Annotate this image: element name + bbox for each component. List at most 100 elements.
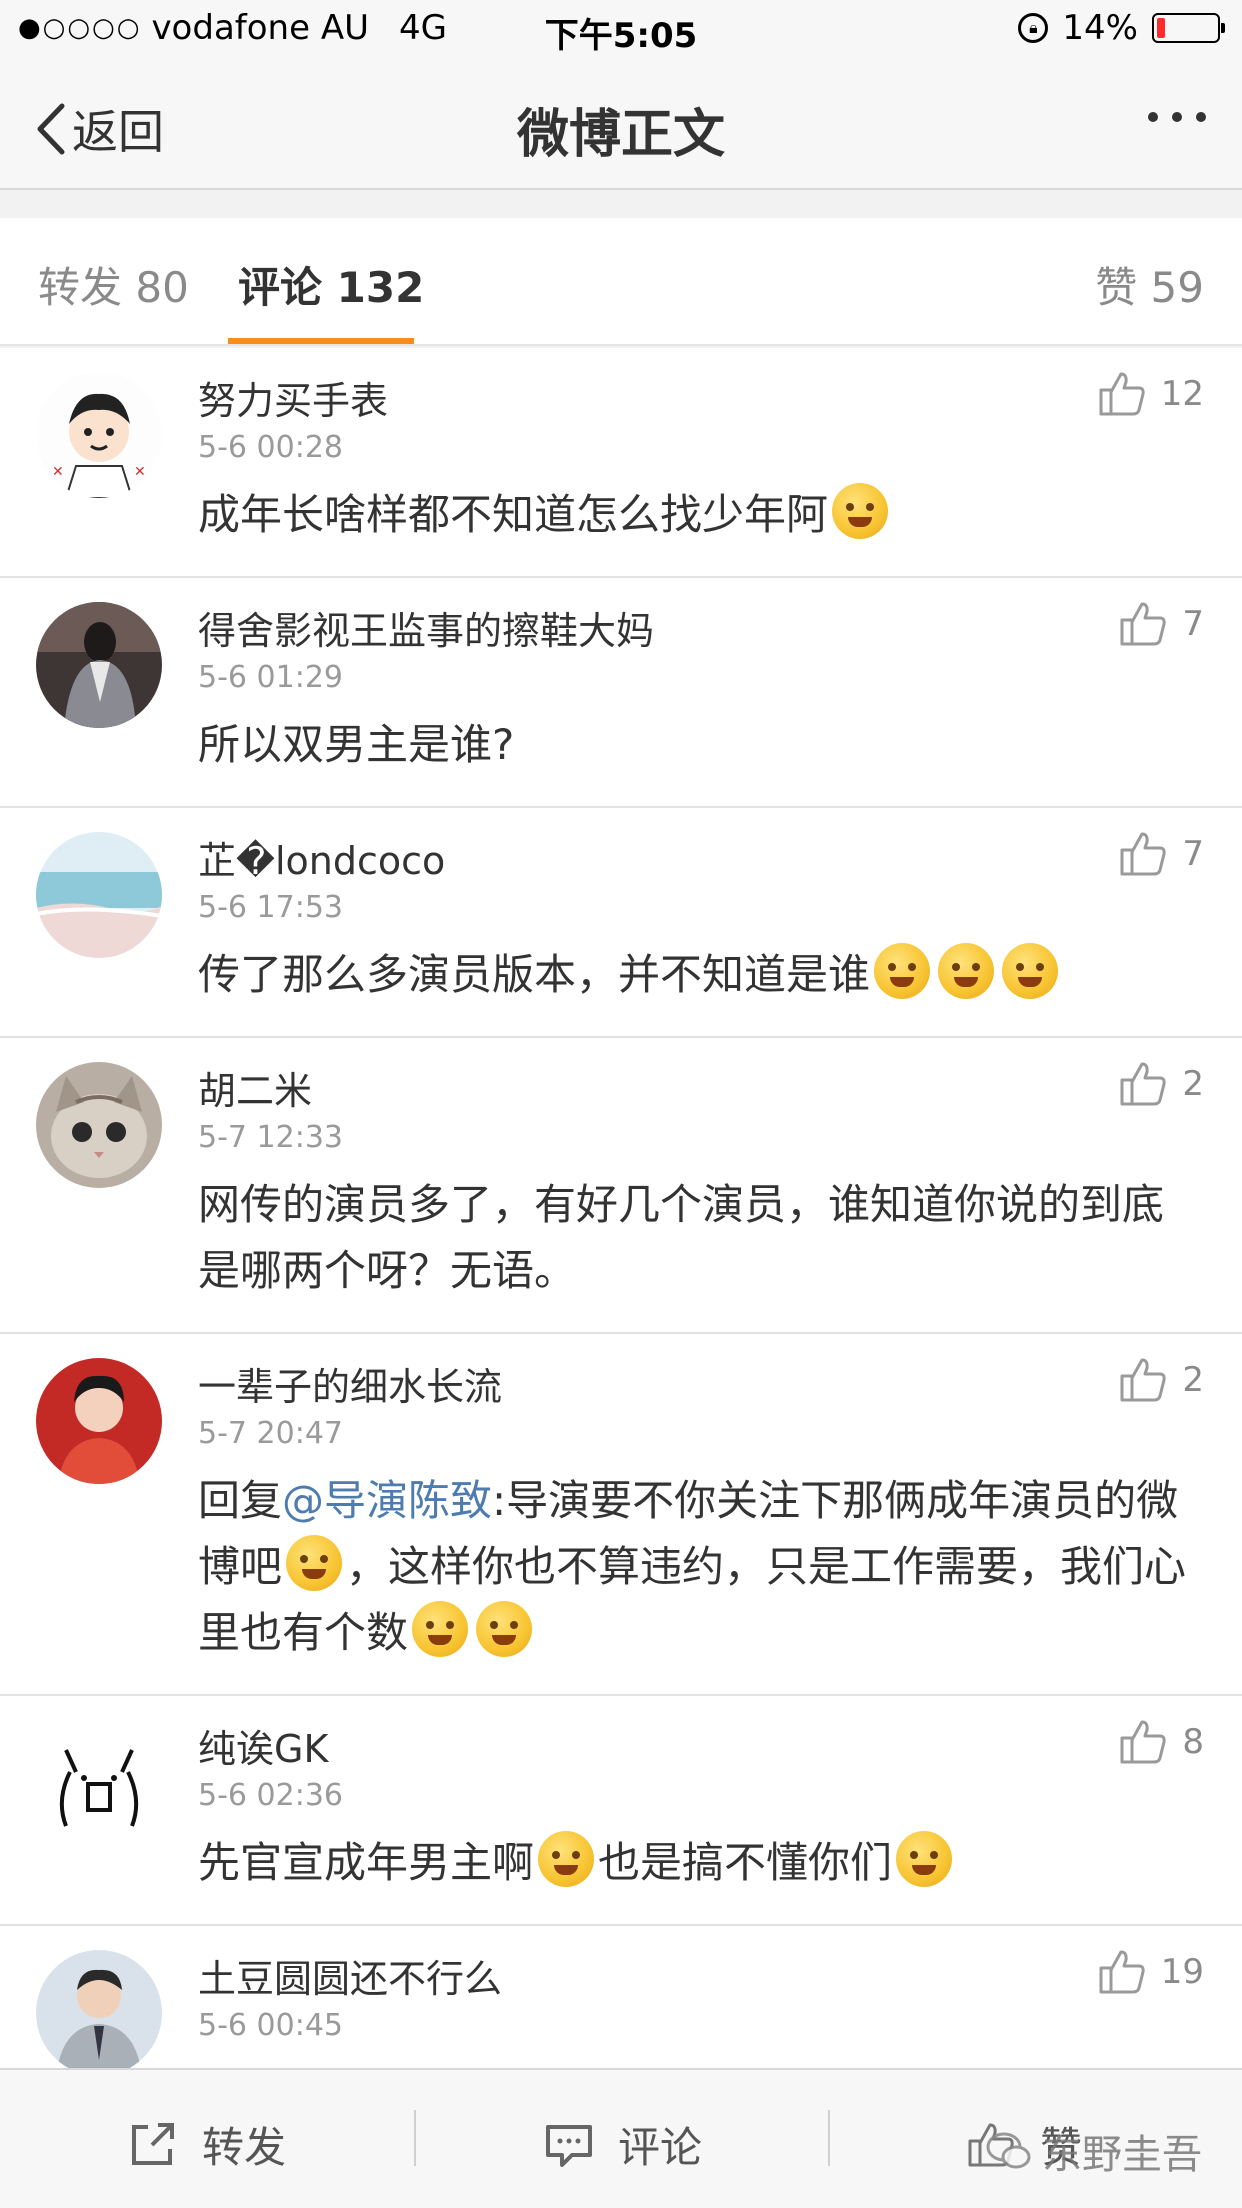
avatar[interactable] xyxy=(36,832,162,958)
avatar[interactable] xyxy=(36,1720,162,1846)
laughing-tears-emoji-icon xyxy=(538,1831,595,1887)
commenter-name[interactable]: 努力买手表 xyxy=(198,370,388,425)
thinking-emoji-icon xyxy=(412,1601,469,1657)
like-button[interactable]: 8 xyxy=(1118,1718,1204,1766)
repost-button[interactable]: 转发 xyxy=(128,2114,286,2175)
comment-time: 5-6 00:28 xyxy=(198,430,343,465)
avatar[interactable] xyxy=(36,1062,162,1188)
comment-time: 5-6 17:53 xyxy=(198,890,343,925)
comment-body: 先官宣成年男主啊 xyxy=(198,1838,535,1887)
bottom-toolbar: 转发 评论 赞 东野圭吾 xyxy=(0,2068,1242,2208)
commenter-name[interactable]: 纯诶GK xyxy=(198,1718,328,1773)
comment-body: 成年长啥样都不知道怎么找少年阿 xyxy=(198,490,829,539)
nav-bar: 返回 微博正文 xyxy=(0,62,1242,190)
comment-body: 传了那么多演员版本，并不知道是谁 xyxy=(198,950,871,999)
commenter-name[interactable]: 胡二米 xyxy=(198,1060,312,1115)
comment-item: 纯诶GK 5-6 02:36 8 先官宣成年男主啊 也是搞不懂你们 xyxy=(0,1696,1242,1926)
thumbs-up-icon xyxy=(1120,602,1167,646)
commenter-name[interactable]: 土豆圆圆还不行么 xyxy=(198,1948,502,2003)
like-count: 8 xyxy=(1182,1722,1204,1762)
comment-item: 芷�londcoco 5-6 17:53 7 传了那么多演员版本，并不知道是谁 xyxy=(0,808,1242,1038)
comment-text: 回复@导演陈致:导演要不你关注下那俩成年演员的微博吧 ，这样你也不算违约，只是工作… xyxy=(198,1468,1202,1666)
like-count: 7 xyxy=(1182,834,1204,874)
commenter-name[interactable]: 一辈子的细水长流 xyxy=(198,1356,502,1411)
comment-time: 5-7 20:47 xyxy=(198,1416,343,1451)
like-button[interactable]: 19 xyxy=(1097,1948,1204,1996)
tab-repost[interactable]: 转发 80 xyxy=(38,254,189,315)
like-count: 7 xyxy=(1182,604,1204,644)
doodle-avatar-icon xyxy=(36,1720,162,1846)
like-count: 12 xyxy=(1160,374,1204,414)
comment-body: 也是搞不懂你们 xyxy=(598,1838,893,1887)
svg-text:✕: ✕ xyxy=(134,464,146,480)
watermark-text: 东野圭吾 xyxy=(1042,2132,1202,2178)
comment-item: 一辈子的细水长流 5-7 20:47 2 回复@导演陈致:导演要不你关注下那俩成… xyxy=(0,1334,1242,1696)
comment-label: 评论 xyxy=(618,2123,703,2172)
more-options-icon[interactable] xyxy=(1148,112,1206,122)
avatar[interactable] xyxy=(36,602,162,728)
avatar[interactable]: ✕ ✕ xyxy=(36,372,162,498)
commenter-name[interactable]: 得舍影视王监事的擦鞋大妈 xyxy=(198,600,654,655)
thinking-emoji-icon xyxy=(874,943,931,999)
comment-text: 网传的演员多了，有好几个演员，谁知道你说的到底是哪两个呀？无语。 xyxy=(198,1180,1165,1295)
rotation-lock-icon: 🔒︎ xyxy=(1018,13,1049,43)
tab-bar: 转发 80 评论 132 赞 59 xyxy=(0,218,1242,346)
like-button[interactable]: 12 xyxy=(1097,370,1204,418)
share-icon xyxy=(132,2122,174,2165)
comment-text: 成年长啥样都不知道怎么找少年阿 xyxy=(198,482,1202,548)
comment-item: 土豆圆圆还不行么 5-6 00:45 19 xyxy=(0,1926,1242,2086)
thumbs-up-icon xyxy=(1099,1950,1145,1994)
thumbs-up-icon xyxy=(1120,1358,1167,1402)
tab-likes[interactable]: 赞 59 xyxy=(1095,254,1204,315)
active-tab-indicator xyxy=(228,338,414,344)
beach-avatar-icon xyxy=(36,832,162,958)
comment-icon xyxy=(546,2124,592,2167)
photo-avatar-icon xyxy=(36,1358,162,1484)
battery-percent: 14% xyxy=(1062,8,1138,48)
comment-time: 5-6 00:45 xyxy=(198,2008,343,2043)
like-button[interactable]: 7 xyxy=(1118,600,1204,648)
cat-avatar-icon xyxy=(36,1062,162,1188)
comment-item: 得舍影视王监事的擦鞋大妈 5-6 01:29 7 所以双男主是谁? xyxy=(0,578,1242,808)
thumbs-up-icon xyxy=(1120,832,1167,876)
like-button[interactable]: 7 xyxy=(1118,830,1204,878)
repost-label: 转发 xyxy=(202,2123,287,2172)
comment-text: 所以双男主是谁? xyxy=(198,720,515,769)
watermark: 东野圭吾 xyxy=(986,2122,1202,2180)
laughing-tears-emoji-icon xyxy=(832,483,889,539)
photo-avatar-icon xyxy=(36,602,162,728)
comment-text: 先官宣成年男主啊 也是搞不懂你们 xyxy=(198,1830,1202,1896)
avatar[interactable] xyxy=(36,1950,162,2076)
comment-time: 5-6 02:36 xyxy=(198,1778,343,1813)
like-button[interactable]: 2 xyxy=(1118,1356,1204,1404)
photo-avatar-icon xyxy=(36,1950,162,2076)
reply-prefix: 回复 xyxy=(198,1476,283,1525)
page-title: 微博正文 xyxy=(516,105,725,165)
like-count: 2 xyxy=(1182,1064,1204,1104)
like-button[interactable]: 2 xyxy=(1118,1060,1204,1108)
comment-list: ✕ ✕ 努力买手表 5-6 00:28 12 成年长啥样都不知道怎么找少年阿 得… xyxy=(0,348,1242,2086)
comment-item: 胡二米 5-7 12:33 2 网传的演员多了，有好几个演员，谁知道你说的到底是… xyxy=(0,1038,1242,1334)
status-bar: ●○○○○ vodafone AU 4G 下午5:05 🔒︎ 14% xyxy=(0,0,1242,62)
comment-button[interactable]: 评论 xyxy=(544,2114,702,2175)
comment-item: ✕ ✕ 努力买手表 5-6 00:28 12 成年长啥样都不知道怎么找少年阿 xyxy=(0,348,1242,578)
comment-time: 5-6 01:29 xyxy=(198,660,343,695)
comment-time: 5-7 12:33 xyxy=(198,1120,343,1155)
commenter-name[interactable]: 芷�londcoco xyxy=(198,830,445,885)
thinking-emoji-icon xyxy=(938,943,995,999)
thumbs-up-icon xyxy=(1120,1062,1167,1106)
battery-icon xyxy=(1152,13,1225,43)
grinning-emoji-icon xyxy=(286,1535,343,1591)
mention-link[interactable]: @导演陈致 xyxy=(282,1476,492,1525)
comment-text: 传了那么多演员版本，并不知道是谁 xyxy=(198,942,1202,1008)
svg-text:✕: ✕ xyxy=(52,464,64,480)
comment-body: ，这样你也不算违约，只是工作需要，我们心里也有个数 xyxy=(198,1542,1187,1657)
laughing-tears-emoji-icon xyxy=(896,1831,953,1887)
divider xyxy=(414,2110,416,2166)
thinking-emoji-icon xyxy=(1002,943,1059,999)
thumbs-up-icon xyxy=(1120,1720,1167,1764)
thumbs-up-icon xyxy=(1099,372,1145,416)
divider xyxy=(828,2110,830,2166)
avatar[interactable] xyxy=(36,1358,162,1484)
tab-comments[interactable]: 评论 132 xyxy=(238,254,424,315)
